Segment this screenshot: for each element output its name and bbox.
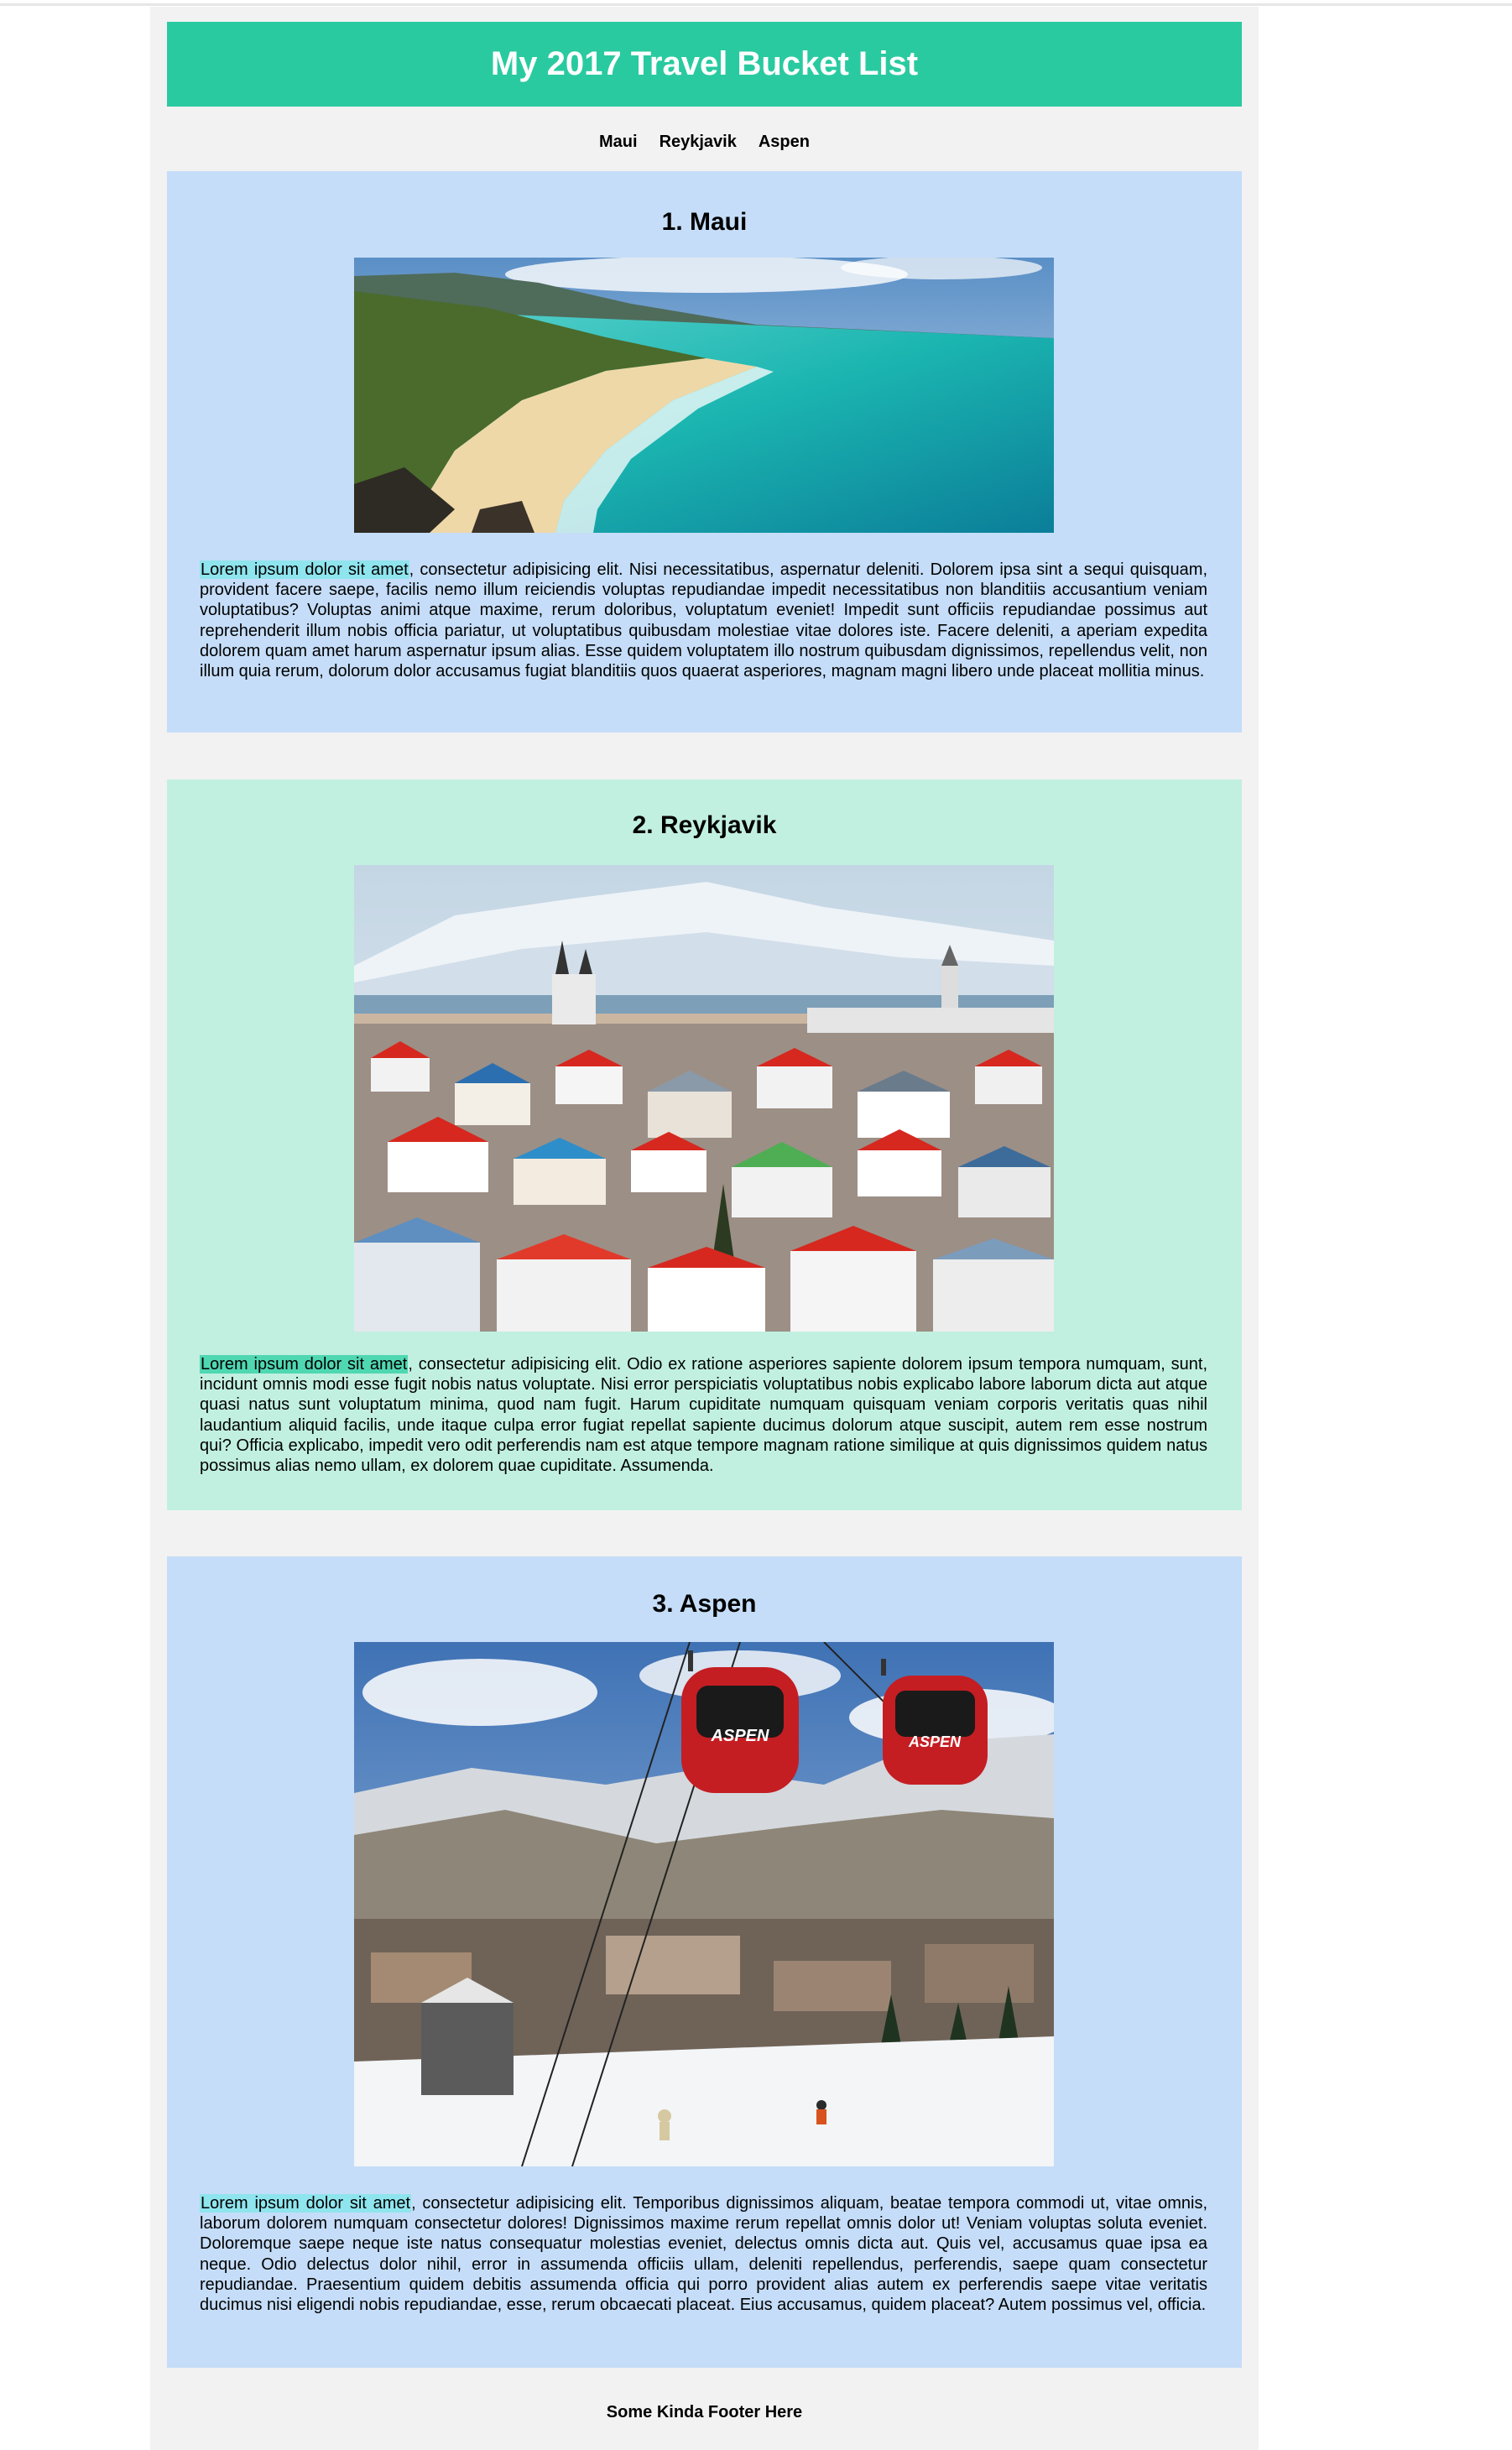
section-reykjavik: 2. Reykjavik Lorem ipsum dolor sit amet,… [167, 779, 1242, 1510]
gondola-right-text: ASPEN [908, 1733, 962, 1750]
aspen-ski-photo: ASPEN ASPEN [354, 1642, 1054, 2166]
page-footer: Some Kinda Footer Here [606, 2403, 803, 2421]
gondola-cabin-left: ASPEN [681, 1650, 799, 1793]
gondola-left-text: ASPEN [711, 1727, 769, 1745]
highlighted-text: Lorem ipsum dolor sit amet [200, 560, 409, 579]
section-text: Lorem ipsum dolor sit amet, consectetur … [200, 560, 1207, 681]
section-heading: 1. Maui [661, 208, 748, 236]
nav-link-maui[interactable]: Maui [599, 133, 638, 152]
section-aspen: 3. Aspen ASPEN ASPEN Lorem ipsum dolor s… [167, 1556, 1242, 2368]
section-text: Lorem ipsum dolor sit amet, consectetur … [200, 1354, 1207, 1476]
page-header: My 2017 Travel Bucket List [167, 22, 1242, 107]
top-divider [0, 3, 1512, 6]
nav-link-reykjavik[interactable]: Reykjavik [660, 133, 737, 152]
section-text: Lorem ipsum dolor sit amet, consectetur … [200, 2193, 1207, 2315]
top-nav: Maui Reykjavik Aspen [150, 124, 1259, 159]
highlighted-text: Lorem ipsum dolor sit amet [200, 1355, 409, 1374]
maui-beach-photo [354, 258, 1054, 533]
nav-link-aspen[interactable]: Aspen [759, 133, 810, 152]
highlighted-text: Lorem ipsum dolor sit amet [200, 2194, 412, 2213]
section-heading: 2. Reykjavik [632, 811, 777, 839]
page-container: My 2017 Travel Bucket List Maui Reykjavi… [150, 7, 1259, 2450]
section-heading: 3. Aspen [652, 1590, 757, 1618]
page-title: My 2017 Travel Bucket List [490, 45, 919, 82]
reykjavik-city-photo [354, 865, 1054, 1332]
section-maui: 1. Maui Lorem ipsum dolor sit amet, cons… [167, 171, 1242, 732]
